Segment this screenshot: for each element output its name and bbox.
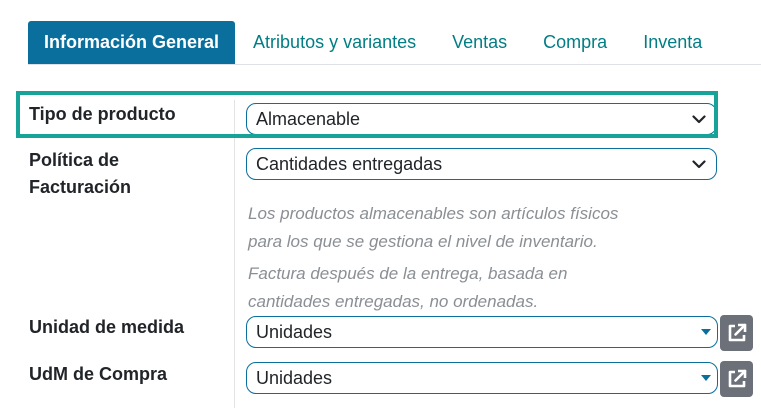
caret-down-icon xyxy=(701,375,711,381)
invoice-help-line2: cantidades entregadas, no ordenadas. xyxy=(248,292,539,311)
chevron-down-icon xyxy=(688,153,710,175)
tab-sales[interactable]: Ventas xyxy=(434,21,525,64)
invoice-policy-label-line2: Facturación xyxy=(29,177,132,197)
tab-general-information[interactable]: Información General xyxy=(28,21,236,64)
uom-input[interactable]: Unidades xyxy=(246,316,718,348)
notebook-tabs: Información General Atributos y variante… xyxy=(28,20,761,65)
purchase-uom-input[interactable]: Unidades xyxy=(246,362,718,394)
uom-label: Unidad de medida xyxy=(29,317,185,337)
invoice-help-text: Factura después de la entrega, basada en… xyxy=(248,260,567,316)
product-type-value: Almacenable xyxy=(256,108,361,129)
label-column-divider xyxy=(234,100,235,408)
tab-inventory[interactable]: Inventa xyxy=(625,21,720,64)
invoice-policy-label: Política de Facturación xyxy=(29,147,131,201)
invoice-policy-select[interactable]: Cantidades entregadas xyxy=(246,148,717,180)
storable-help-text: Los productos almacenables son artículos… xyxy=(248,200,618,256)
uom-external-link-button[interactable] xyxy=(720,315,753,351)
chevron-down-icon xyxy=(688,108,710,130)
purchase-uom-external-link-button[interactable] xyxy=(720,361,753,397)
external-link-icon xyxy=(728,369,746,388)
invoice-policy-value: Cantidades entregadas xyxy=(256,153,443,174)
product-form: Información General Atributos y variante… xyxy=(0,0,761,418)
purchase-uom-label: UdM de Compra xyxy=(29,364,168,384)
tab-attributes-variants[interactable]: Atributos y variantes xyxy=(235,21,434,64)
uom-value: Unidades xyxy=(256,321,333,342)
purchase-uom-value: Unidades xyxy=(256,367,333,388)
caret-down-icon xyxy=(701,329,711,335)
storable-help-line1: Los productos almacenables son artículos… xyxy=(248,204,619,223)
invoice-policy-label-line1: Política de xyxy=(29,150,120,170)
product-type-label: Tipo de producto xyxy=(29,104,176,124)
storable-help-line2: para los que se gestiona el nivel de inv… xyxy=(248,232,598,251)
tab-purchase[interactable]: Compra xyxy=(525,21,625,64)
external-link-icon xyxy=(728,323,746,342)
invoice-help-line1: Factura después de la entrega, basada en xyxy=(248,264,568,283)
product-type-select[interactable]: Almacenable xyxy=(246,103,717,135)
